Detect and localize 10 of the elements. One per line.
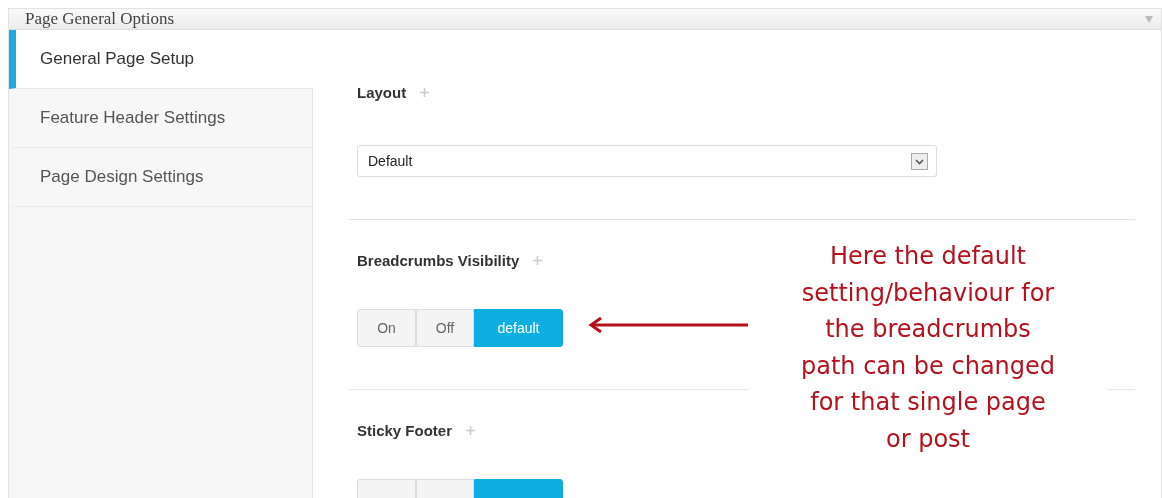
sidebar-tab[interactable]: General Page Setup: [9, 30, 313, 89]
sidebar-tab[interactable]: Feature Header Settings: [9, 89, 312, 148]
sidebar-tab[interactable]: Page Design Settings: [9, 148, 312, 207]
field-label: Layout: [357, 83, 407, 101]
layout-select[interactable]: Default: [357, 145, 937, 177]
toggle-option[interactable]: On: [357, 309, 416, 347]
toggle-option[interactable]: Off: [416, 309, 474, 347]
field-label: Sticky Footer: [357, 421, 453, 439]
field-label: Breadcrumbs Visibility: [357, 251, 520, 269]
panel-title: Page General Options: [25, 9, 175, 29]
